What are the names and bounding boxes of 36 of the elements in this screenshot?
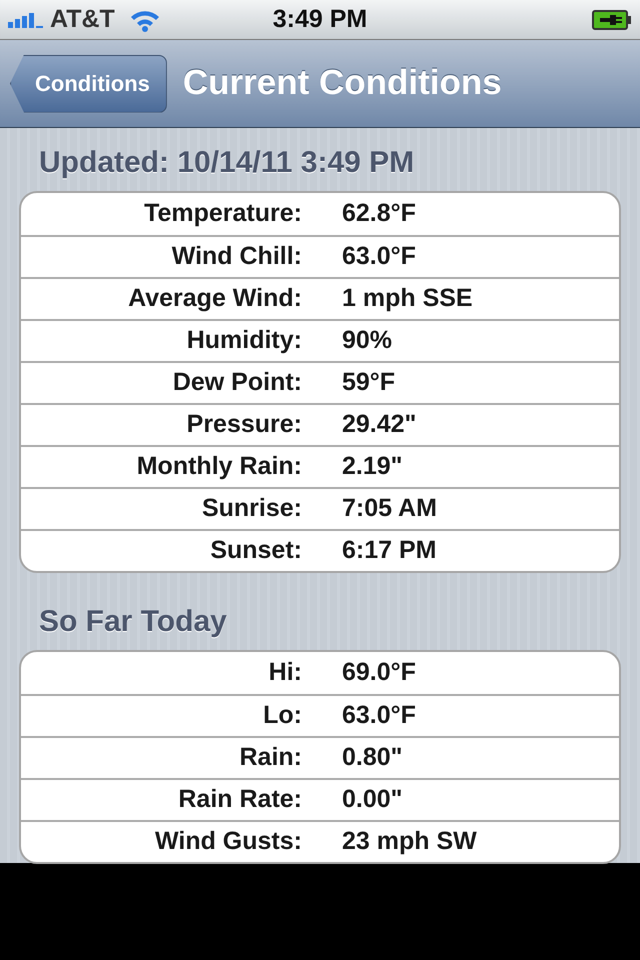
- row-label: Sunset:: [210, 536, 302, 564]
- row-value: 63.0°F: [342, 241, 416, 272]
- row-value: 62.8°F: [342, 198, 416, 230]
- row-label: Wind Gusts:: [155, 827, 302, 856]
- row-label: Dew Point:: [172, 368, 302, 396]
- row-label: Temperature:: [144, 199, 302, 228]
- row-value: 63.0°F: [342, 700, 416, 732]
- clock-time: 3:49 PM: [272, 4, 368, 33]
- row-label: Monthly Rain:: [136, 452, 302, 480]
- row-value: 59°F: [342, 367, 396, 398]
- section-header: Updated: 10/14/11 3:49 PM: [39, 146, 414, 179]
- row-label: Rain Rate:: [178, 785, 302, 814]
- back-button[interactable]: Conditions: [10, 54, 167, 112]
- row-value: 23 mph SW: [342, 826, 477, 858]
- row-value: 2.19": [342, 451, 403, 482]
- battery-charging-icon: [592, 10, 632, 30]
- row-label: Sunrise:: [202, 494, 302, 522]
- row-value: 69.0°F: [342, 657, 416, 688]
- row-label: Humidity:: [186, 326, 302, 354]
- row-label: Rain:: [240, 743, 302, 772]
- row-label: Hi:: [268, 658, 302, 686]
- row-value: 6:17 PM: [342, 535, 436, 566]
- row-label: Pressure:: [186, 410, 302, 438]
- section-header: So Far Today: [39, 605, 227, 638]
- row-value: 90%: [342, 325, 392, 356]
- row-value: 29.42": [342, 409, 416, 440]
- row-label: Lo:: [263, 701, 302, 730]
- row-label: Average Wind:: [128, 284, 302, 312]
- screen-title: Current Conditions: [182, 62, 502, 104]
- signal-icon: [8, 12, 44, 28]
- row-value: 7:05 AM: [342, 493, 437, 524]
- row-value: 0.00": [342, 784, 403, 816]
- row-value: 0.80": [342, 742, 403, 774]
- row-value: 1 mph SSE: [342, 283, 473, 314]
- carrier-name: AT&T: [50, 4, 115, 35]
- row-label: Wind Chill:: [172, 242, 302, 270]
